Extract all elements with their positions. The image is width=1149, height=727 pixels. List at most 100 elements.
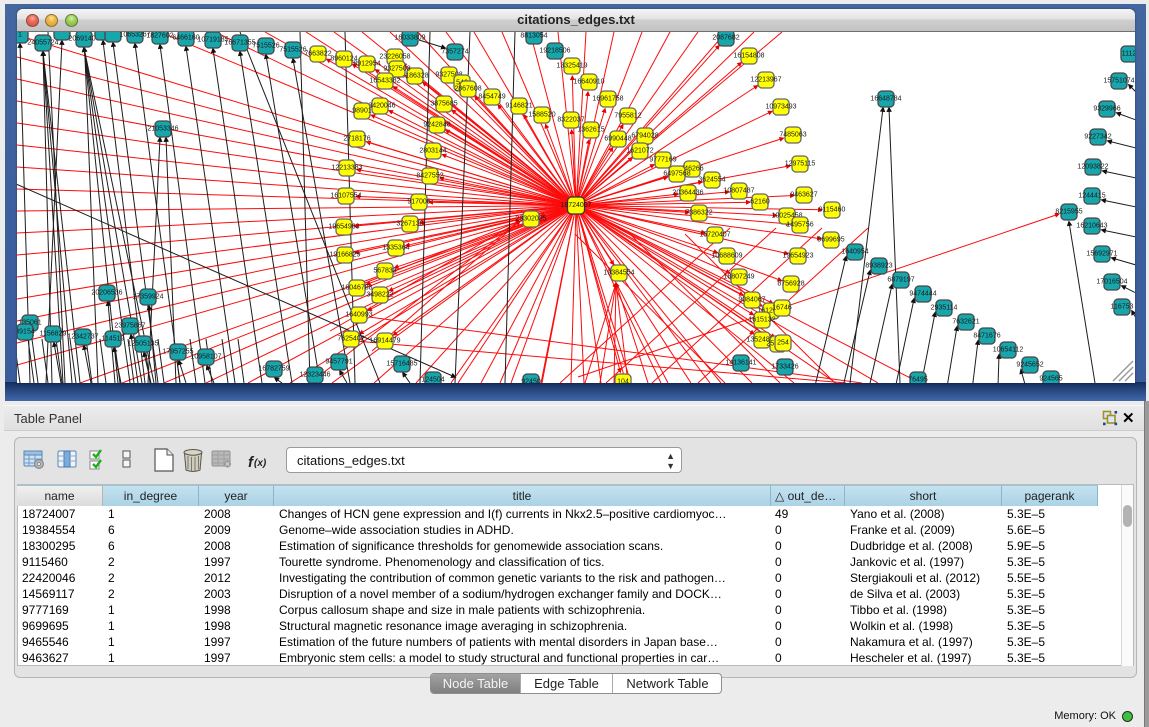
svg-text:6990448: 6990448: [604, 136, 631, 143]
svg-text:116753: 116753: [1111, 304, 1134, 311]
svg-text:8215955: 8215955: [1055, 209, 1082, 216]
svg-text:1362615: 1362615: [577, 127, 604, 134]
svg-text:3624554: 3624554: [698, 177, 725, 184]
svg-text:16640910: 16640910: [573, 79, 604, 86]
svg-text:1621072: 1621072: [626, 148, 653, 155]
svg-text:21053346: 21053346: [147, 126, 178, 133]
svg-text:10973493: 10973493: [765, 104, 796, 111]
svg-text:3498222: 3498222: [366, 292, 393, 299]
svg-text:104: 104: [617, 379, 629, 384]
svg-text:7625402: 7625402: [337, 336, 364, 343]
svg-text:7485063: 7485063: [779, 132, 806, 139]
svg-text:254: 254: [777, 340, 789, 347]
svg-text:9474444: 9474444: [909, 291, 936, 298]
svg-text:124504: 124504: [421, 377, 444, 384]
svg-text:12213967: 12213967: [750, 77, 781, 84]
svg-text:7632621: 7632621: [952, 319, 979, 326]
svg-text:15716485: 15716485: [386, 361, 417, 368]
svg-text:12093822: 12093822: [1077, 164, 1108, 171]
svg-text:18807249: 18807249: [723, 274, 754, 281]
svg-text:567833: 567833: [373, 268, 396, 275]
svg-text:9242848: 9242848: [423, 122, 450, 129]
svg-text:19654923: 19654923: [782, 253, 813, 260]
svg-text:1: 1: [18, 32, 22, 39]
svg-text:12505135: 12505135: [127, 341, 158, 348]
svg-text:16671355: 16671355: [224, 40, 255, 47]
svg-text:3267130: 3267130: [396, 221, 423, 228]
svg-text:1495756: 1495756: [786, 222, 813, 229]
svg-text:2935114: 2935114: [931, 305, 958, 312]
svg-text:9329966: 9329966: [1093, 106, 1120, 113]
svg-text:10688609: 10688609: [711, 253, 742, 260]
svg-text:16914479: 16914479: [369, 338, 400, 345]
svg-text:18724007: 18724007: [560, 202, 591, 209]
svg-text:1827602: 1827602: [146, 33, 173, 40]
svg-text:7663822: 7663822: [304, 51, 331, 58]
svg-text:92450: 92450: [521, 379, 541, 384]
svg-text:15692971: 15692971: [1086, 251, 1117, 258]
svg-text:8813054: 8813054: [520, 33, 547, 40]
svg-text:16046788: 16046788: [341, 285, 372, 292]
svg-text:9146821: 9146821: [505, 103, 532, 110]
svg-text:8756928: 8756928: [777, 281, 804, 288]
svg-text:9457791: 9457791: [325, 359, 352, 366]
svg-text:8938923: 8938923: [865, 263, 892, 270]
svg-text:917006: 917006: [407, 199, 430, 206]
svg-text:6794028: 6794028: [631, 133, 658, 140]
svg-text:10654112: 10654112: [993, 347, 1024, 354]
svg-text:8427552: 8427552: [416, 173, 443, 180]
svg-text:20364436: 20364436: [672, 190, 703, 197]
svg-text:23975867: 23975867: [114, 323, 145, 330]
svg-text:16782759: 16782759: [258, 366, 289, 373]
svg-text:7357274: 7357274: [441, 49, 468, 56]
svg-text:16746: 16746: [772, 305, 792, 312]
svg-text:12323446: 12323446: [299, 372, 330, 379]
svg-text:1640993: 1640993: [345, 312, 372, 319]
svg-text:12342737: 12342737: [67, 334, 98, 341]
svg-text:9084067: 9084067: [738, 297, 765, 304]
svg-text:17016504: 17016504: [1096, 279, 1127, 286]
svg-text:3875685: 3875685: [430, 101, 457, 108]
svg-text:6497568: 6497568: [663, 171, 690, 178]
svg-text:12213383: 12213383: [331, 165, 362, 172]
svg-text:1733426: 1733426: [771, 364, 798, 371]
svg-text:20206536: 20206536: [91, 290, 122, 297]
svg-text:16648784: 16648784: [870, 96, 901, 103]
svg-text:1112: 1112: [1122, 51, 1135, 58]
svg-text:9699695: 9699695: [817, 237, 844, 244]
svg-text:1244415: 1244415: [1078, 193, 1105, 200]
svg-text:15751074: 15751074: [1103, 78, 1134, 85]
svg-text:114519: 114519: [102, 336, 125, 343]
svg-text:16154808: 16154808: [733, 53, 764, 60]
svg-text:2718176: 2718176: [343, 136, 370, 143]
svg-text:62160: 62160: [750, 199, 770, 206]
svg-text:7386322: 7386322: [685, 210, 712, 217]
svg-text:17957255: 17957255: [162, 349, 193, 356]
svg-text:7515526: 7515526: [252, 43, 279, 50]
svg-text:19384554: 19384554: [603, 270, 634, 277]
svg-text:1615132: 1615132: [748, 317, 775, 324]
svg-text:6879197: 6879197: [887, 277, 914, 284]
svg-text:17359924: 17359924: [132, 294, 163, 301]
svg-text:16107554: 16107554: [330, 193, 361, 200]
svg-text:9245652: 9245652: [1016, 362, 1043, 369]
svg-text:14136141: 14136141: [725, 360, 756, 367]
svg-text:9327503: 9327503: [383, 66, 410, 73]
svg-text:24055724: 24055724: [27, 40, 58, 47]
svg-text:2867608: 2867608: [454, 86, 481, 93]
svg-text:1588520: 1588520: [528, 112, 555, 119]
svg-text:12975115: 12975115: [785, 161, 816, 168]
svg-text:9463627: 9463627: [790, 192, 817, 199]
svg-text:16961758: 16961758: [592, 96, 623, 103]
svg-text:16033809: 16033809: [394, 35, 425, 42]
svg-text:16543382: 16543382: [369, 78, 400, 85]
svg-text:1156829: 1156829: [40, 331, 67, 338]
svg-text:19166829: 19166829: [329, 252, 360, 259]
svg-text:2803144: 2803144: [419, 148, 446, 155]
svg-text:19218506: 19218506: [539, 48, 570, 55]
svg-text:23226058: 23226058: [379, 54, 410, 61]
svg-text:9115460: 9115460: [819, 207, 846, 214]
svg-text:2087682: 2087682: [712, 35, 739, 42]
svg-text:8322037: 8322037: [557, 117, 584, 124]
svg-text:924565: 924565: [1039, 376, 1062, 383]
